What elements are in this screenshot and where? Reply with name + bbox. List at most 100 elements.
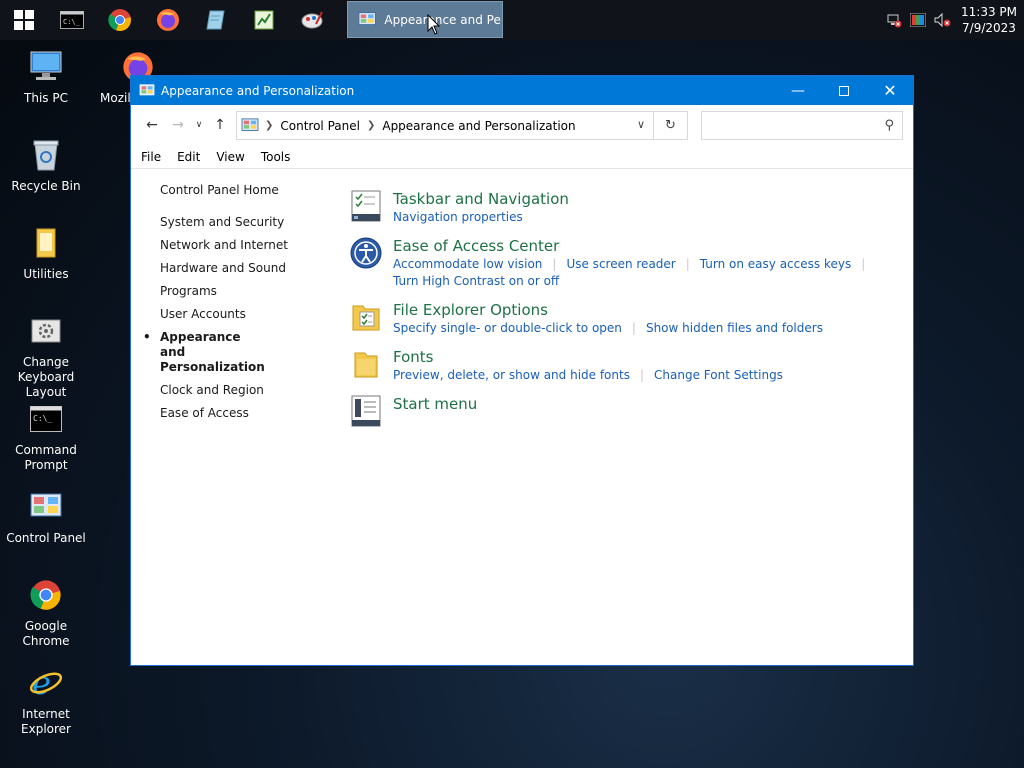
clock-time: 11:33 PM — [961, 5, 1017, 19]
recycle-bin-icon — [33, 140, 59, 171]
display-tray-icon[interactable] — [906, 0, 930, 40]
desktop-icon-control-panel[interactable]: Control Panel — [0, 487, 92, 546]
window-titlebar[interactable]: Appearance and Personalization — ✕ — [131, 76, 913, 105]
link-easy-access-keys[interactable]: Turn on easy access keys — [700, 257, 851, 271]
desktop-icon-recycle-bin[interactable]: Recycle Bin — [0, 135, 92, 194]
maximize-button[interactable] — [821, 76, 867, 105]
desktop-icon-google-chrome[interactable]: Google Chrome — [0, 575, 92, 649]
sidebar-item-hardware-sound[interactable]: Hardware and Sound — [160, 261, 320, 276]
desktop-icon-command-prompt[interactable]: C:\_ Command Prompt — [0, 399, 92, 473]
taskbar-firefox[interactable] — [144, 0, 192, 40]
taskbar-clock[interactable]: 11:33 PM 7/9/2023 — [954, 4, 1024, 36]
category-title[interactable]: Fonts — [393, 347, 889, 367]
up-button[interactable]: ↑ — [207, 112, 233, 138]
chrome-icon — [108, 9, 131, 32]
taskbar-icon — [351, 190, 381, 222]
breadcrumb-appearance[interactable]: Appearance and Personalization — [382, 119, 575, 133]
fonts-folder-icon — [354, 352, 378, 378]
windows-logo-icon — [14, 10, 34, 30]
sidebar-item-user-accounts[interactable]: User Accounts — [160, 307, 320, 322]
category-file-explorer-options: File Explorer Options Specify single- or… — [349, 300, 889, 337]
volume-tray-icon[interactable] — [930, 0, 954, 40]
breadcrumb-control-panel[interactable]: Control Panel — [280, 119, 360, 133]
link-show-hidden-files[interactable]: Show hidden files and folders — [646, 321, 823, 335]
desktop-icon-internet-explorer[interactable]: e Internet Explorer — [0, 663, 92, 737]
sidebar-control-panel-home[interactable]: Control Panel Home — [160, 183, 320, 197]
desktop-icon-label: Utilities — [23, 267, 69, 281]
desktop-icon-this-pc[interactable]: This PC — [0, 47, 92, 106]
sidebar-item-clock-region[interactable]: Clock and Region — [160, 383, 320, 398]
clock-date: 7/9/2023 — [962, 21, 1016, 35]
minimize-button[interactable]: — — [775, 76, 821, 105]
category-ease-of-access-center: Ease of Access Center Accommodate low vi… — [349, 236, 889, 290]
address-dropdown-icon[interactable]: ∨ — [637, 118, 645, 131]
network-tray-icon[interactable] — [882, 0, 906, 40]
menu-edit[interactable]: Edit — [177, 150, 200, 164]
menu-file[interactable]: File — [141, 150, 161, 164]
desktop-icon-utilities[interactable]: Utilities — [0, 223, 92, 282]
recent-locations-button[interactable]: ∨ — [191, 112, 207, 138]
link-use-screen-reader[interactable]: Use screen reader — [566, 257, 675, 271]
sidebar-item-system-security[interactable]: System and Security — [160, 215, 320, 230]
forward-button[interactable]: → — [165, 112, 191, 138]
address-bar[interactable]: ❯ Control Panel ❯ Appearance and Persona… — [236, 111, 654, 140]
taskbar-paint[interactable] — [288, 0, 336, 40]
maximize-icon — [839, 85, 849, 96]
category-title[interactable]: Start menu — [393, 394, 889, 414]
refresh-icon: ↻ — [665, 118, 676, 133]
sidebar-item-ease-of-access[interactable]: Ease of Access — [160, 406, 320, 421]
search-icon[interactable]: ⚲ — [884, 118, 894, 133]
breadcrumb-separator-icon[interactable]: ❯ — [265, 120, 273, 131]
sidebar: Control Panel Home System and Security N… — [143, 183, 320, 429]
folder-icon — [36, 228, 56, 258]
menu-tools[interactable]: Tools — [261, 150, 291, 164]
link-navigation-properties[interactable]: Navigation properties — [393, 210, 523, 224]
control-panel-icon — [139, 83, 155, 95]
back-button[interactable]: ← — [139, 112, 165, 138]
sidebar-item-network-internet[interactable]: Network and Internet — [160, 238, 320, 253]
link-single-double-click[interactable]: Specify single- or double-click to open — [393, 321, 622, 335]
sidebar-item-appearance-current: Appearance and Personalization — [143, 330, 265, 375]
menu-view[interactable]: View — [216, 150, 244, 164]
taskbar-spreadsheet[interactable] — [240, 0, 288, 40]
category-start-menu: Start menu — [349, 394, 889, 430]
close-icon: ✕ — [883, 81, 897, 100]
terminal-icon: C:\_ — [60, 11, 84, 29]
category-taskbar-navigation: Taskbar and Navigation Navigation proper… — [349, 189, 889, 226]
ease-of-access-icon — [350, 237, 382, 269]
category-fonts: Fonts Preview, delete, or show and hide … — [349, 347, 889, 384]
link-accommodate-low-vision[interactable]: Accommodate low vision — [393, 257, 542, 271]
taskbar-notepad[interactable] — [192, 0, 240, 40]
taskbar-command-prompt[interactable]: C:\_ — [48, 0, 96, 40]
search-box[interactable]: ⚲ — [701, 111, 903, 140]
desktop-icon-change-keyboard-layout[interactable]: Change Keyboard Layout — [0, 311, 92, 400]
start-button[interactable] — [0, 0, 48, 40]
category-title[interactable]: File Explorer Options — [393, 300, 889, 320]
refresh-button[interactable]: ↻ — [654, 111, 688, 140]
link-change-font-settings[interactable]: Change Font Settings — [654, 368, 783, 382]
desktop-icon-label: Internet Explorer — [21, 707, 71, 736]
link-high-contrast[interactable]: Turn High Contrast on or off — [393, 274, 559, 288]
desktop-icon-label: Change Keyboard Layout — [17, 355, 75, 399]
taskbar-chrome[interactable] — [96, 0, 144, 40]
search-input[interactable] — [702, 112, 872, 139]
close-button[interactable]: ✕ — [867, 76, 913, 105]
breadcrumb-separator-icon[interactable]: ❯ — [367, 120, 375, 131]
category-title[interactable]: Ease of Access Center — [393, 236, 889, 256]
link-separator: | — [639, 368, 645, 382]
paint-icon — [301, 11, 323, 29]
desktop-icon-label: This PC — [24, 91, 68, 105]
notepad-icon — [206, 10, 225, 30]
minimize-icon: — — [791, 82, 805, 99]
taskbar-active-window[interactable]: Appearance and Pe... — [347, 1, 503, 38]
folder-options-icon — [352, 305, 380, 331]
category-title[interactable]: Taskbar and Navigation — [393, 189, 889, 209]
desktop-icon-label: Control Panel — [6, 531, 86, 545]
desktop-icon-label: Recycle Bin — [11, 179, 81, 193]
link-separator: | — [685, 257, 690, 271]
link-preview-fonts[interactable]: Preview, delete, or show and hide fonts — [393, 368, 630, 382]
control-panel-icon — [358, 11, 376, 25]
chrome-icon — [30, 580, 61, 610]
sidebar-item-programs[interactable]: Programs — [160, 284, 320, 299]
back-arrow-icon: ← — [146, 117, 158, 133]
